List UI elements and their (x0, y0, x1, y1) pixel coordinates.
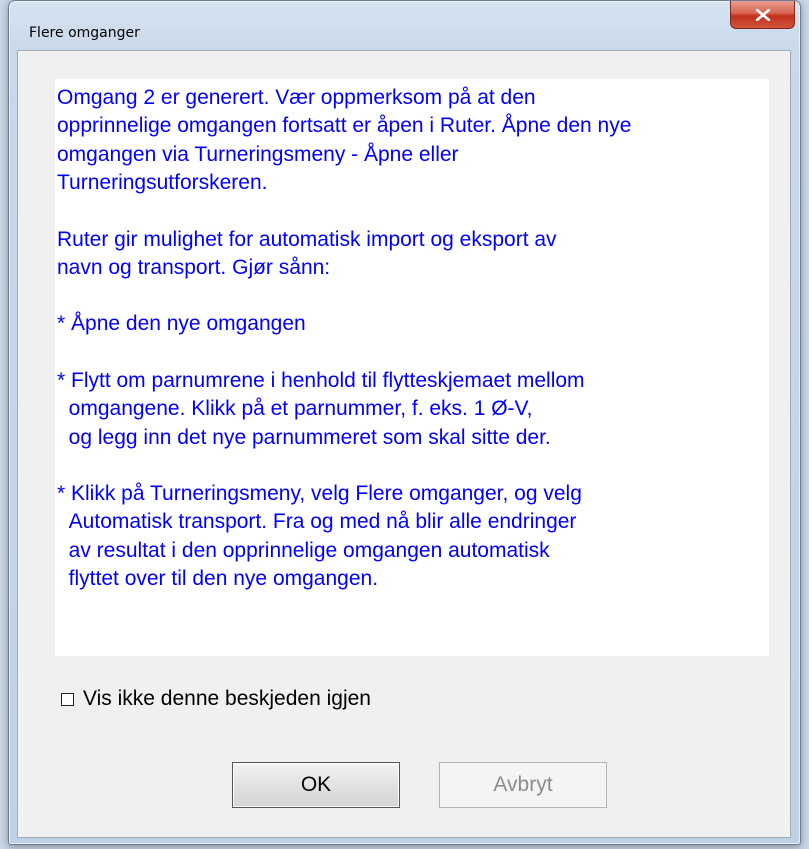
ok-button[interactable]: OK (232, 762, 400, 808)
message-paragraph: Ruter gir mulighet for automatisk import… (57, 227, 557, 280)
dont-show-again-row[interactable]: Vis ikke denne beskjeden igjen (61, 687, 371, 711)
title-bar[interactable]: Flere omganger (9, 1, 800, 41)
close-button[interactable] (730, 1, 795, 29)
message-paragraph: Omgang 2 er generert. Vær oppmerksom på … (57, 86, 632, 195)
dialog-window: Flere omganger Omgang 2 er generert. Vær… (8, 0, 801, 845)
dont-show-again-checkbox[interactable] (61, 692, 74, 706)
close-icon (755, 8, 770, 21)
dialog-body: Omgang 2 er generert. Vær oppmerksom på … (17, 50, 791, 838)
dont-show-again-label[interactable]: Vis ikke denne beskjeden igjen (83, 687, 371, 711)
message-paragraph: * Klikk på Turneringsmeny, velg Flere om… (57, 482, 582, 591)
message-paragraph: * Flytt om parnumrene i henhold til flyt… (57, 368, 585, 449)
message-paragraph: * Åpne den nye omgangen (57, 312, 306, 336)
cancel-button[interactable]: Avbryt (439, 762, 607, 808)
message-panel: Omgang 2 er generert. Vær oppmerksom på … (55, 79, 769, 656)
window-title: Flere omganger (29, 25, 140, 41)
